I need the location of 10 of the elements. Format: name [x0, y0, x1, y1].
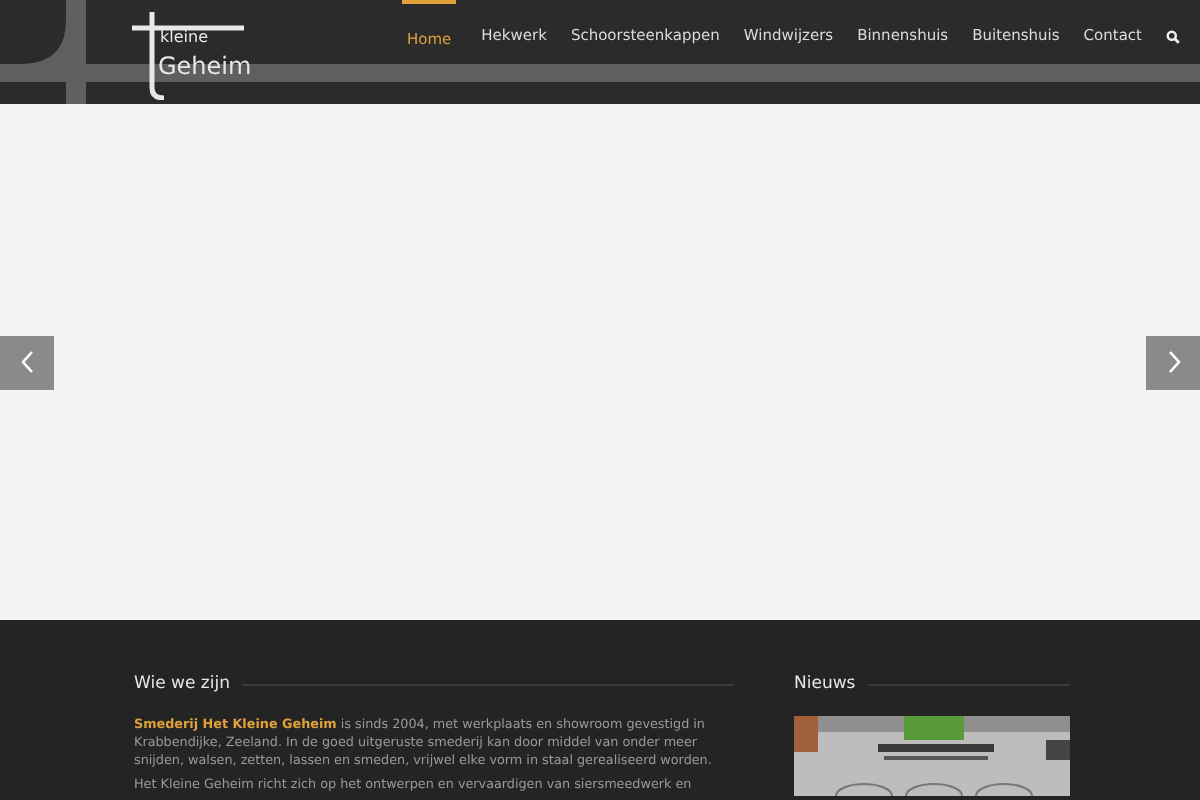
previous-button[interactable] [0, 335, 54, 389]
chevron-right-icon [1165, 350, 1181, 374]
logo-drawing [128, 8, 248, 100]
logo-text: kleine [160, 30, 208, 46]
section-title: Nieuws [794, 672, 856, 698]
logo-text: Geheim [158, 54, 252, 78]
search-icon[interactable] [1166, 29, 1181, 43]
chevron-left-icon [19, 350, 35, 374]
section-title: Wie we zijn [134, 672, 230, 698]
next-button[interactable] [1146, 335, 1200, 389]
